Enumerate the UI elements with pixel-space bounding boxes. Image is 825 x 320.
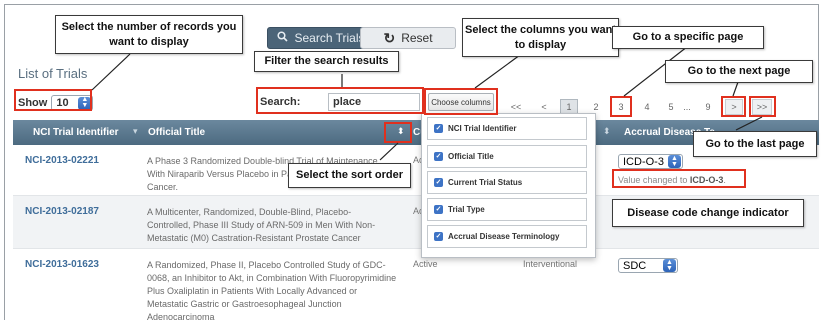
- trial-id-link[interactable]: NCI-2013-01623: [25, 259, 99, 270]
- page-title: List of Trials: [18, 66, 88, 81]
- column-option-label: NCI Trial Identifier: [448, 124, 517, 133]
- page-ellipsis: ...: [683, 102, 691, 112]
- highlight-next: [721, 96, 746, 117]
- reset-label: Reset: [401, 31, 433, 45]
- table-row: NCI-2013-01623 A Randomized, Phase II, P…: [13, 249, 819, 320]
- trial-type: Interventional: [523, 259, 578, 269]
- callout-records: Select the number of records you want to…: [55, 15, 243, 54]
- callout-filter: Filter the search results: [254, 51, 399, 72]
- disease-code-value: ICD-O-3: [623, 155, 664, 168]
- disease-code-value: SDC: [623, 259, 647, 272]
- trial-title: A Multicenter, Randomized, Double-Blind,…: [147, 207, 376, 243]
- column-option-disease[interactable]: ✓ Accrual Disease Terminology: [427, 225, 587, 248]
- disease-code-select[interactable]: ICD-O-3 ▲ ▼: [618, 154, 683, 169]
- highlight-page-3: [610, 96, 632, 117]
- search-icon: [277, 31, 289, 45]
- column-chooser-menu: ✓ NCI Trial Identifier ✓ Official Title ✓ C…: [421, 113, 596, 258]
- callout-next-page: Go to the next page: [665, 60, 813, 83]
- disease-code-select[interactable]: SDC ▲ ▼: [618, 258, 678, 273]
- search-trials-label: Search Trials: [294, 31, 365, 45]
- trial-status: Active: [413, 259, 438, 269]
- column-header-title[interactable]: Official Title: [148, 127, 205, 138]
- column-header-identifier[interactable]: NCI Trial Identifier: [33, 127, 119, 138]
- callout-sort: Select the sort order: [288, 163, 411, 188]
- checkbox-icon: ✓: [434, 178, 443, 187]
- highlight-last: [749, 96, 776, 117]
- checkbox-icon: ✓: [434, 205, 443, 214]
- page-link-5: 5: [668, 102, 674, 112]
- column-option-status[interactable]: ✓ Current Trial Status: [427, 171, 587, 194]
- trial-title: A Randomized, Phase II, Placebo Controll…: [147, 260, 397, 320]
- trial-id-link[interactable]: NCI-2013-02187: [25, 206, 99, 217]
- column-option-label: Current Trial Status: [448, 178, 523, 187]
- column-option-type[interactable]: ✓ Trial Type: [427, 198, 587, 221]
- highlight-search: [256, 87, 424, 114]
- search-trials-button[interactable]: Search Trials: [267, 27, 375, 49]
- page-link-4[interactable]: 4: [641, 99, 653, 115]
- callout-goto-page: Go to a specific page: [612, 26, 764, 49]
- highlight-sort: [384, 122, 412, 143]
- highlight-choose-columns: [424, 88, 498, 115]
- checkbox-icon: ✓: [434, 152, 443, 161]
- column-option-title[interactable]: ✓ Official Title: [427, 145, 587, 168]
- sort-icon[interactable]: ⬍: [603, 126, 611, 137]
- highlight-show-select: [14, 89, 92, 111]
- sort-icon[interactable]: ▾: [133, 126, 138, 137]
- reset-icon: ↻: [383, 29, 396, 46]
- select-arrows-icon: ▲ ▼: [667, 155, 681, 168]
- checkbox-icon: ✓: [434, 124, 443, 133]
- column-option-label: Accrual Disease Terminology: [448, 232, 560, 241]
- reset-button[interactable]: ↻ Reset: [360, 27, 456, 49]
- callout-last-page: Go to the last page: [693, 131, 817, 157]
- callout-columns: Select the columns you want to display: [462, 18, 619, 57]
- checkbox-icon: ✓: [434, 232, 443, 241]
- page-link-9[interactable]: 9: [702, 99, 714, 115]
- column-option-label: Official Title: [448, 152, 494, 161]
- highlight-indicator: [612, 169, 746, 188]
- column-option-identifier[interactable]: ✓ NCI Trial Identifier: [427, 117, 587, 140]
- select-arrows-icon: ▲ ▼: [663, 259, 676, 272]
- trial-id-link[interactable]: NCI-2013-02221: [25, 155, 99, 166]
- column-option-label: Trial Type: [448, 205, 485, 214]
- callout-disease-indicator: Disease code change indicator: [612, 199, 804, 227]
